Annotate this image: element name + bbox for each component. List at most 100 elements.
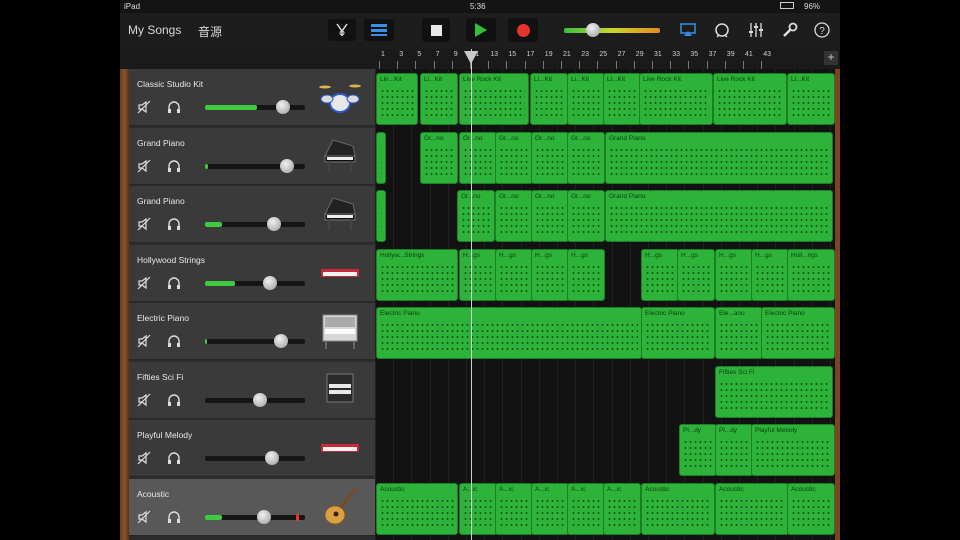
audio-region[interactable]: Gr...no: [495, 190, 533, 242]
audio-region[interactable]: H...gs: [567, 248, 605, 301]
audio-region[interactable]: Electric Piano: [376, 307, 642, 359]
acoustic-guitar-icon[interactable]: [319, 487, 361, 527]
audio-region[interactable]: Holl...ngs: [787, 248, 835, 301]
track-volume-knob[interactable]: [257, 509, 271, 524]
track-volume-slider[interactable]: [205, 334, 305, 348]
track-volume-knob[interactable]: [276, 100, 290, 114]
track-volume-knob[interactable]: [253, 392, 267, 407]
play-button[interactable]: [466, 18, 496, 42]
track-header[interactable]: Classic Studio Kit: [129, 69, 375, 126]
loop-browser-button[interactable]: [712, 20, 732, 40]
track-lane[interactable]: Lin...Kit Li...Kit Live Rock Kit Li...Kit Li…: [375, 70, 840, 127]
audio-region[interactable]: Hollyw...Strings: [376, 248, 458, 301]
audio-region[interactable]: A...ic: [459, 482, 497, 535]
audio-region[interactable]: Acoustic: [715, 482, 789, 535]
airplay-button[interactable]: [678, 20, 698, 40]
track-volume-slider[interactable]: [205, 217, 305, 231]
track-volume-slider[interactable]: [205, 509, 305, 524]
audio-region[interactable]: Acoustic: [787, 482, 835, 535]
audio-region[interactable]: Ele...ano: [715, 307, 763, 359]
track-volume-knob[interactable]: [265, 451, 279, 465]
track-header[interactable]: Playful Melody: [129, 420, 375, 477]
audio-region[interactable]: [376, 190, 386, 242]
audio-region[interactable]: Electric Piano: [641, 307, 715, 359]
audio-region[interactable]: [376, 131, 386, 184]
instrument-view-button[interactable]: [328, 19, 356, 41]
timeline-ruler[interactable]: + 1 3 5 7 9 11 13 15 17 19 21 23 25 27 29 31 33 35 37 39 41 4…: [375, 49, 840, 70]
master-volume-slider[interactable]: [564, 23, 660, 37]
audio-region[interactable]: Playful Melody: [751, 424, 835, 476]
audio-region[interactable]: Acoustic: [641, 482, 715, 535]
track-lane[interactable]: Electric Piano Electric Piano Ele...ano Ele…: [375, 304, 840, 361]
help-button[interactable]: ?: [812, 20, 832, 40]
record-button[interactable]: [508, 18, 538, 42]
audio-region[interactable]: A...ic: [603, 482, 641, 535]
audio-region[interactable]: H...gs: [715, 248, 753, 301]
audio-region[interactable]: H...gs: [641, 248, 679, 301]
solo-button[interactable]: [167, 451, 181, 465]
grand-piano-icon[interactable]: [319, 194, 361, 234]
track-volume-slider[interactable]: [205, 451, 305, 465]
organ-icon[interactable]: [319, 370, 361, 410]
track-lane[interactable]: Fifties Sci Fi: [375, 363, 840, 420]
solo-button[interactable]: [167, 217, 181, 231]
track-header[interactable]: Hollywood Strings: [129, 244, 375, 302]
audio-region[interactable]: Grand Piano: [605, 131, 833, 184]
solo-button[interactable]: [167, 100, 181, 114]
my-songs-button[interactable]: My Songs: [128, 23, 181, 37]
audio-region[interactable]: Gr...no: [567, 131, 605, 184]
audio-region[interactable]: Li...Kit: [787, 73, 835, 125]
audio-region[interactable]: A...ic: [495, 482, 533, 535]
solo-button[interactable]: [167, 510, 181, 524]
drum-kit-icon[interactable]: [319, 77, 361, 117]
browse-instruments-button[interactable]: 音源: [198, 23, 222, 40]
playhead[interactable]: [464, 49, 478, 540]
tracks-view-button[interactable]: [364, 19, 394, 41]
audio-region[interactable]: Gr...no: [495, 131, 533, 184]
audio-region[interactable]: Grand Piano: [605, 190, 833, 242]
grand-piano-icon[interactable]: [319, 136, 361, 176]
master-volume-knob[interactable]: [585, 23, 600, 37]
audio-region[interactable]: Live Rock Kit: [713, 73, 787, 125]
mute-button[interactable]: [137, 393, 151, 407]
audio-region[interactable]: Li...Kit: [603, 73, 641, 125]
mixer-button[interactable]: [746, 20, 766, 40]
audio-region[interactable]: Live Rock Kit: [459, 73, 529, 125]
track-header[interactable]: Electric Piano: [129, 303, 375, 360]
audio-region[interactable]: Li...Kit: [420, 73, 458, 125]
mute-button[interactable]: [137, 334, 151, 348]
mute-button[interactable]: [137, 217, 151, 231]
audio-region[interactable]: Li...Kit: [567, 73, 605, 125]
audio-region[interactable]: H...gs: [531, 248, 569, 301]
settings-button[interactable]: [780, 20, 800, 40]
track-volume-slider[interactable]: [205, 100, 305, 114]
track-header[interactable]: Acoustic: [129, 478, 375, 536]
track-volume-knob[interactable]: [274, 334, 288, 348]
track-volume-knob[interactable]: [267, 217, 281, 231]
track-volume-slider[interactable]: [205, 392, 305, 407]
stop-button[interactable]: [422, 18, 450, 42]
track-lane[interactable]: Pl...dy Pl...dy Playful Melody: [375, 421, 840, 478]
track-volume-slider[interactable]: [205, 158, 305, 173]
audio-region[interactable]: Gr...no: [420, 131, 458, 184]
audio-region[interactable]: Acoustic: [376, 482, 458, 535]
track-volume-knob[interactable]: [263, 275, 277, 290]
audio-region[interactable]: Gr...no: [459, 131, 497, 184]
track-header[interactable]: Fifties Sci Fi: [129, 361, 375, 419]
track-header[interactable]: Grand Piano: [129, 127, 375, 185]
mute-button[interactable]: [137, 159, 151, 173]
solo-button[interactable]: [167, 276, 181, 290]
mute-button[interactable]: [137, 100, 151, 114]
audio-region[interactable]: Pl...dy: [679, 424, 717, 476]
audio-region[interactable]: Gr...no: [567, 190, 605, 242]
audio-region[interactable]: H...gs: [677, 248, 715, 301]
track-volume-knob[interactable]: [280, 158, 294, 173]
audio-region[interactable]: Live Rock Kit: [639, 73, 713, 125]
mute-button[interactable]: [137, 510, 151, 524]
mute-button[interactable]: [137, 276, 151, 290]
track-lane[interactable]: Gr...no Gr...no Gr...no Gr...no Gr...no Grand…: [375, 129, 840, 186]
solo-button[interactable]: [167, 393, 181, 407]
audio-region[interactable]: H...gs: [459, 248, 497, 301]
mute-button[interactable]: [137, 451, 151, 465]
solo-button[interactable]: [167, 334, 181, 348]
